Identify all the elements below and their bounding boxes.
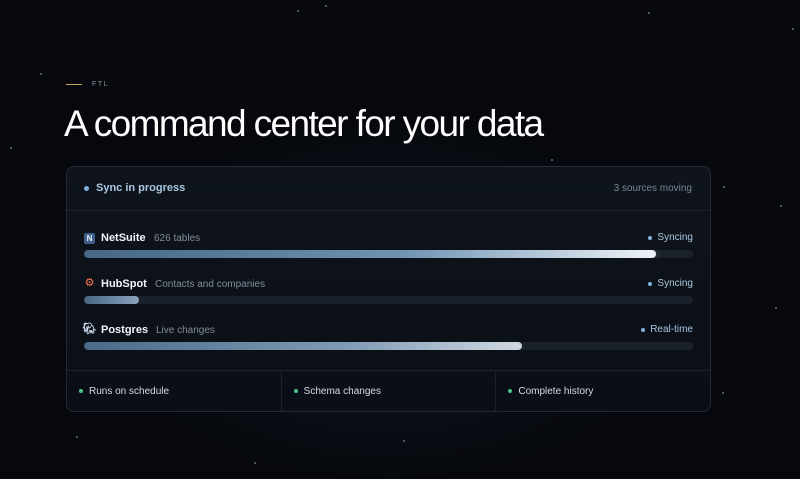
source-row-hubspot: ⚙ HubSpot Contacts and companies Syncing [84, 277, 693, 314]
hubspot-icon: ⚙ [84, 277, 95, 289]
source-status: Syncing [648, 232, 693, 243]
progress-fill [84, 250, 657, 258]
star-dot [722, 392, 724, 394]
postgres-icon: 🐘︎ [82, 323, 97, 335]
feature-item: Runs on schedule [67, 371, 282, 411]
feature-item: Complete history [496, 371, 710, 411]
source-status: Real-time [641, 324, 693, 335]
progress-track [84, 250, 693, 258]
eyebrow-line [66, 84, 82, 85]
eyebrow: FTL [66, 81, 109, 88]
feature-label: Complete history [518, 385, 594, 397]
page-title: A command center for your data [64, 103, 544, 144]
feature-dot [293, 389, 298, 393]
feature-item: Schema changes [282, 371, 497, 411]
eyebrow-label: FTL [92, 81, 110, 88]
sources-count: 3 sources moving [613, 183, 692, 194]
star-dot [297, 10, 299, 12]
source-row-postgres: 🐘︎ Postgres Live changes Real-time [82, 323, 693, 360]
panel-header: Sync in progress 3 sources moving [67, 167, 710, 211]
status-dot [648, 281, 653, 286]
star-dot [723, 186, 725, 188]
star-dot [254, 462, 256, 464]
feature-footer: Runs on schedule Schema changes Complete… [67, 370, 710, 411]
status-dot [641, 327, 646, 332]
source-detail: Contacts and companies [155, 279, 266, 290]
star-dot [40, 73, 42, 75]
source-status-label: Real-time [650, 324, 693, 335]
netsuite-icon: N [84, 233, 95, 244]
progress-track [84, 342, 693, 350]
star-dot [780, 205, 782, 207]
progress-fill [84, 296, 139, 304]
progress-track [84, 296, 693, 304]
status-dot [84, 186, 89, 191]
sync-panel: Sync in progress 3 sources moving N NetS… [66, 166, 711, 412]
source-detail: 626 tables [154, 233, 201, 244]
source-name: HubSpot [101, 278, 147, 290]
progress-fill [84, 342, 523, 350]
source-status-label: Syncing [657, 232, 693, 243]
star-dot [551, 159, 553, 161]
star-dot [325, 5, 327, 7]
source-name: NetSuite [101, 232, 146, 244]
star-dot [792, 28, 794, 30]
sync-status-title: Sync in progress [96, 182, 186, 194]
source-status-label: Syncing [657, 278, 693, 289]
status-dot [648, 235, 653, 240]
star-dot [10, 147, 12, 149]
source-name: Postgres [101, 324, 149, 336]
hero-section: FTL A command center for your data Sync … [0, 0, 800, 479]
feature-dot [508, 389, 513, 393]
feature-label: Runs on schedule [89, 385, 170, 397]
source-row-netsuite: N NetSuite 626 tables Syncing [84, 232, 693, 268]
feature-dot [79, 389, 83, 393]
source-detail: Live changes [156, 325, 215, 336]
star-dot [775, 307, 777, 309]
star-dot [648, 12, 650, 14]
source-status: Syncing [648, 278, 693, 289]
star-dot [76, 436, 78, 438]
feature-label: Schema changes [303, 385, 381, 397]
star-dot [403, 440, 405, 442]
